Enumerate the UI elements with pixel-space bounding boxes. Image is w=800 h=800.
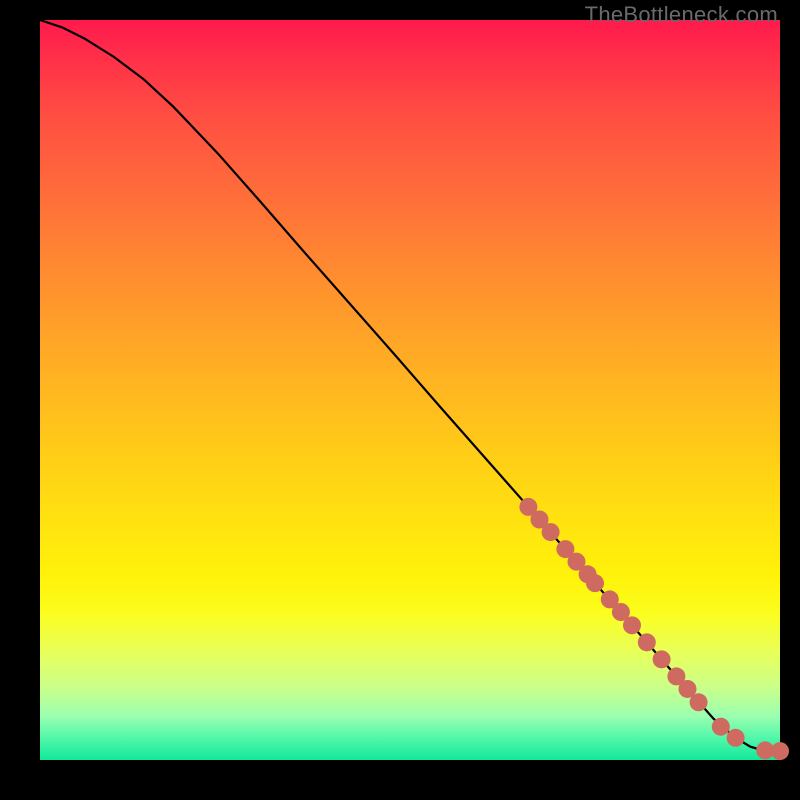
marker-point <box>586 574 604 592</box>
marker-group <box>519 498 789 760</box>
chart-area <box>40 20 780 760</box>
curve-line <box>40 20 780 751</box>
chart-svg <box>40 20 780 760</box>
marker-point <box>712 718 730 736</box>
marker-point <box>727 729 745 747</box>
marker-point <box>690 693 708 711</box>
watermark-text: TheBottleneck.com <box>585 2 778 28</box>
marker-point <box>638 633 656 651</box>
marker-point <box>653 650 671 668</box>
marker-point <box>542 523 560 541</box>
marker-point <box>771 742 789 760</box>
marker-point <box>623 616 641 634</box>
